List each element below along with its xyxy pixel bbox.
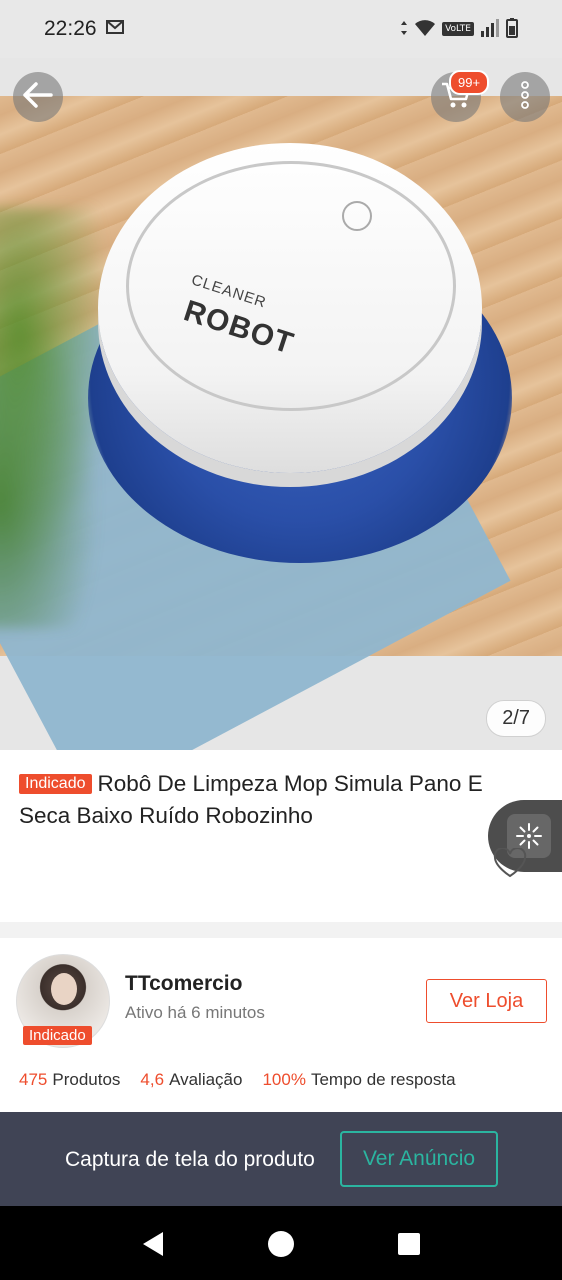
system-nav-bar (0, 1206, 562, 1280)
status-bar: 22:26 VoLTE (0, 0, 562, 58)
capture-text: Captura de tela do produto (65, 1148, 315, 1171)
robot-body: CLEANER ROBOT (98, 143, 482, 473)
system-home-icon[interactable] (268, 1231, 294, 1257)
stat-rating: 4,6 Avaliação (140, 1070, 242, 1090)
stat-rating-value: 4,6 (140, 1070, 165, 1089)
capture-bar: Captura de tela do produto Ver Anúncio (0, 1112, 562, 1206)
status-right: VoLTE (400, 17, 518, 41)
system-back-icon[interactable] (141, 1231, 165, 1262)
heart-icon[interactable] (493, 847, 527, 883)
product-title-card: Indicado Robô De Limpeza Mop Simula Pano … (0, 750, 562, 922)
data-arrows-icon (400, 20, 408, 39)
stat-rating-label: Avaliação (169, 1070, 243, 1089)
product-title: Indicado Robô De Limpeza Mop Simula Pano … (19, 768, 539, 832)
signal-icon (480, 18, 500, 40)
ver-anuncio-button[interactable]: Ver Anúncio (340, 1131, 498, 1187)
status-left: 22:26 (44, 17, 125, 41)
stat-response-value: 100% (262, 1070, 306, 1089)
image-counter: 2/7 (486, 700, 546, 737)
robot-ring (126, 161, 456, 411)
system-recents-icon[interactable] (398, 1233, 420, 1255)
back-button[interactable] (13, 72, 63, 122)
battery-icon (506, 17, 518, 41)
stat-products: 475 Produtos (19, 1070, 120, 1090)
avatar-face (51, 973, 77, 1005)
stat-products-label: Produtos (52, 1070, 121, 1089)
gmail-icon (105, 17, 125, 41)
stat-products-value: 475 (19, 1070, 48, 1089)
cart-count-badge: 99+ (449, 70, 490, 95)
more-vertical-icon (521, 80, 529, 114)
indicado-tag: Indicado (19, 774, 92, 794)
shop-active-status: Ativo há 6 minutos (125, 1003, 265, 1022)
wifi-icon (414, 19, 436, 40)
more-options-button[interactable] (500, 72, 550, 122)
shop-card: Indicado TTcomercio Ativo há 6 minutos V… (0, 938, 562, 1112)
robot-power-button (342, 201, 372, 231)
ver-loja-button[interactable]: Ver Loja (426, 979, 547, 1023)
shop-stats: 475 Produtos 4,6 Avaliação 100% Tempo de re… (19, 1070, 456, 1090)
clock: 22:26 (44, 17, 97, 40)
avatar-indicado-tag: Indicado (23, 1026, 92, 1045)
stat-response: 100% Tempo de resposta (262, 1070, 455, 1090)
shop-name[interactable]: TTcomercio (125, 972, 242, 996)
stat-response-label: Tempo de resposta (310, 1070, 456, 1089)
volte-badge: VoLTE (442, 22, 474, 36)
arrow-left-icon (23, 81, 53, 113)
product-image[interactable]: CLEANER ROBOT 99+ 2/7 (0, 58, 562, 750)
